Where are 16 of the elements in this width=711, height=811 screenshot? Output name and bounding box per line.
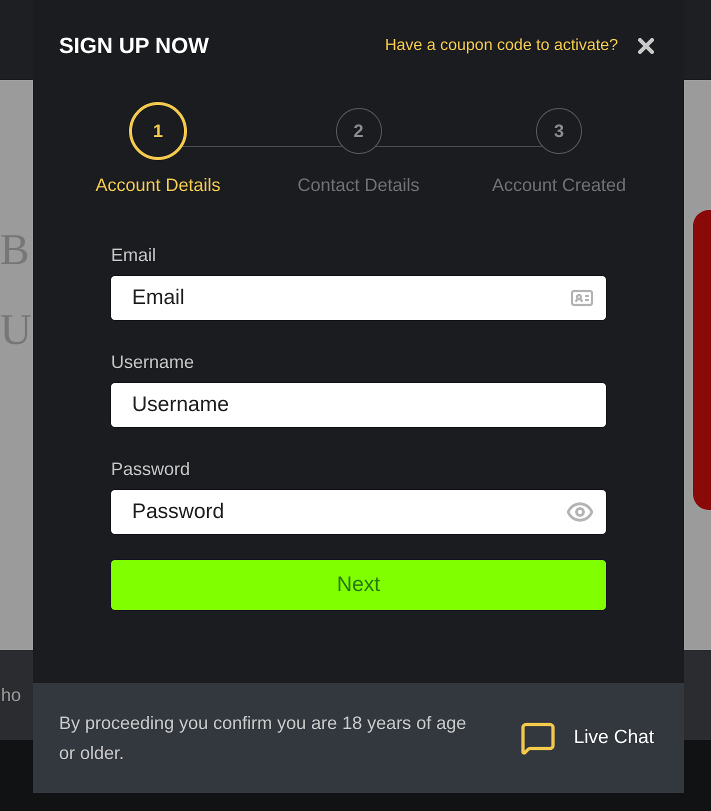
step-label: Account Created	[492, 174, 626, 197]
input-field[interactable]: Email	[111, 276, 606, 320]
input-field[interactable]: Password	[111, 490, 606, 534]
coupon-link[interactable]: Have a coupon code to activate?	[384, 34, 618, 58]
input-field[interactable]: Username	[111, 383, 606, 427]
live-chat-button[interactable]: Live Chat	[520, 720, 654, 756]
background-text: ho	[1, 685, 22, 705]
chat-bubble-icon	[520, 720, 556, 756]
field-label: Username	[111, 351, 196, 374]
dialog-title: SIGN UP NOW	[59, 32, 209, 60]
field-label: Email	[111, 244, 158, 267]
step-label: Contact Details	[297, 174, 420, 197]
step-label: Account Details	[95, 174, 221, 197]
next-button[interactable]: Next	[111, 560, 606, 610]
age-notice: By proceeding you confirm you are 18 years of age or older.	[59, 712, 468, 765]
field-label: Password	[111, 458, 192, 481]
